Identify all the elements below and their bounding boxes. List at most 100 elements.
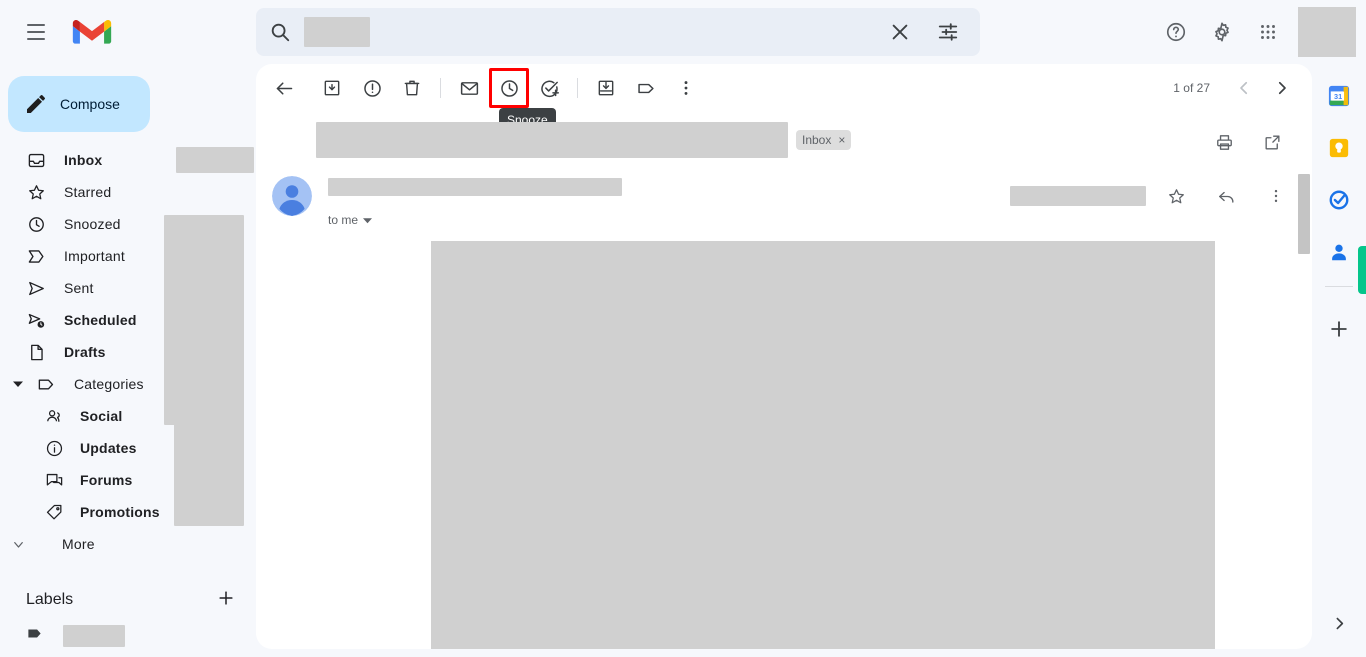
more-vertical-icon[interactable] [1256,176,1296,216]
header-right-actions [1154,7,1366,57]
gear-icon[interactable] [1200,10,1244,54]
recipient-line[interactable]: to me [328,213,622,227]
right-side-panel: 31 [1312,64,1366,657]
google-keep-icon[interactable] [1319,128,1359,168]
move-to-inbox-icon[interactable] [586,68,626,108]
caret-down-icon[interactable] [8,379,28,389]
help-icon[interactable] [1154,10,1198,54]
message-toolbar: Snooze 1 of 27 [256,64,1312,132]
sender-name-redacted [328,178,622,196]
sidebar-item-label: Scheduled [64,312,137,328]
google-contacts-icon[interactable] [1319,232,1359,272]
scrollbar[interactable] [1298,174,1310,644]
apps-grid-icon[interactable] [1246,10,1290,54]
plus-icon[interactable] [1319,309,1359,349]
sidebar-item-more[interactable]: More [0,528,244,560]
sidebar-item-label: Forums [80,472,133,488]
chevron-right-icon[interactable] [1264,70,1300,106]
sidebar-item-label: Starred [64,184,112,200]
sidebar-item-label: Updates [80,440,137,456]
avatar[interactable] [1298,7,1356,57]
pencil-icon [27,95,45,113]
label-outline-icon [36,375,56,394]
hamburger-icon[interactable] [12,8,60,56]
google-tasks-icon[interactable] [1319,180,1359,220]
label-filled-icon [26,624,45,648]
info-circle-icon [44,439,64,458]
sidebar-item-drafts[interactable]: Drafts [0,336,244,368]
star-icon [26,183,46,202]
send-icon [26,279,46,298]
subject-redacted [316,122,788,158]
sidebar-item-label: More [62,536,95,552]
sender-info: to me [328,176,622,227]
message-body-redacted [431,241,1215,649]
sidebar-item-label: Promotions [80,504,160,520]
sidebar-item-starred[interactable]: Starred [0,176,244,208]
inbox-icon [26,151,46,170]
close-icon[interactable]: × [838,133,845,147]
report-spam-icon[interactable] [352,68,392,108]
close-icon[interactable] [876,8,924,56]
chevron-down-icon [8,537,28,552]
back-arrow-icon[interactable] [264,68,304,108]
caret-down-icon [363,217,373,223]
toolbar-divider [440,78,441,98]
star-icon[interactable] [1156,176,1196,216]
scrollbar-thumb[interactable] [1298,174,1310,254]
chevron-left-icon[interactable] [1226,70,1262,106]
search-options-icon[interactable] [924,8,972,56]
rail-divider [1325,286,1353,287]
label-name-redacted [63,625,125,647]
forum-icon [44,471,64,490]
sidebar-label-row[interactable] [0,620,256,652]
sidebar-item-inbox[interactable]: Inbox [0,144,254,176]
gmail-brand[interactable] [72,17,120,47]
sidebar-item-scheduled[interactable]: Scheduled [0,215,244,425]
sidebar-item-promotions[interactable]: Promotions [0,496,244,528]
browser-side-tab[interactable] [1358,246,1366,294]
compose-label: Compose [60,96,120,112]
chevron-right-icon[interactable] [1319,603,1359,643]
sidebar-item-label: Drafts [64,344,106,360]
scheduled-send-icon [26,311,46,330]
pager: 1 of 27 [1173,70,1300,106]
sidebar-item-label: Social [80,408,123,424]
timestamp-redacted [1010,186,1146,206]
sidebar-item-forums[interactable]: Forums [0,464,244,496]
avatar[interactable] [272,176,312,216]
google-calendar-icon[interactable]: 31 [1319,76,1359,116]
more-vertical-icon[interactable] [666,68,706,108]
clock-icon [26,215,46,234]
add-to-tasks-icon[interactable] [529,68,569,108]
labels-title: Labels [26,591,74,608]
sidebar-item-updates[interactable]: Updates [0,432,244,464]
sidebar-item-categories[interactable]: Categories [0,368,244,526]
sidebar-item-social[interactable]: Social [0,400,244,432]
sidebar-item-label: Categories [74,376,144,392]
sender-row: to me [256,158,1312,227]
snooze-clock-icon[interactable] [489,68,529,108]
archive-icon[interactable] [312,68,352,108]
sidebar-item-label: Important [64,248,125,264]
sidebar-item-label: Sent [64,280,94,296]
delete-trash-icon[interactable] [392,68,432,108]
print-icon[interactable] [1204,122,1244,162]
plus-icon[interactable] [216,588,236,613]
sidebar-item-label: Snoozed [64,216,121,232]
toolbar-divider [577,78,578,98]
search-input[interactable] [304,8,876,56]
search-bar[interactable] [256,8,980,56]
svg-text:31: 31 [1334,92,1342,101]
reply-icon[interactable] [1206,176,1246,216]
draft-document-icon [26,343,46,362]
subject-actions [1204,122,1292,162]
labels-tag-icon[interactable] [626,68,666,108]
mark-unread-envelope-icon[interactable] [449,68,489,108]
labels-header: Labels [0,580,256,620]
compose-button[interactable]: Compose [8,76,150,132]
people-icon [44,407,64,426]
open-in-new-window-icon[interactable] [1252,122,1292,162]
status-badge[interactable]: Inbox × [796,130,852,150]
search-icon[interactable] [256,8,304,56]
